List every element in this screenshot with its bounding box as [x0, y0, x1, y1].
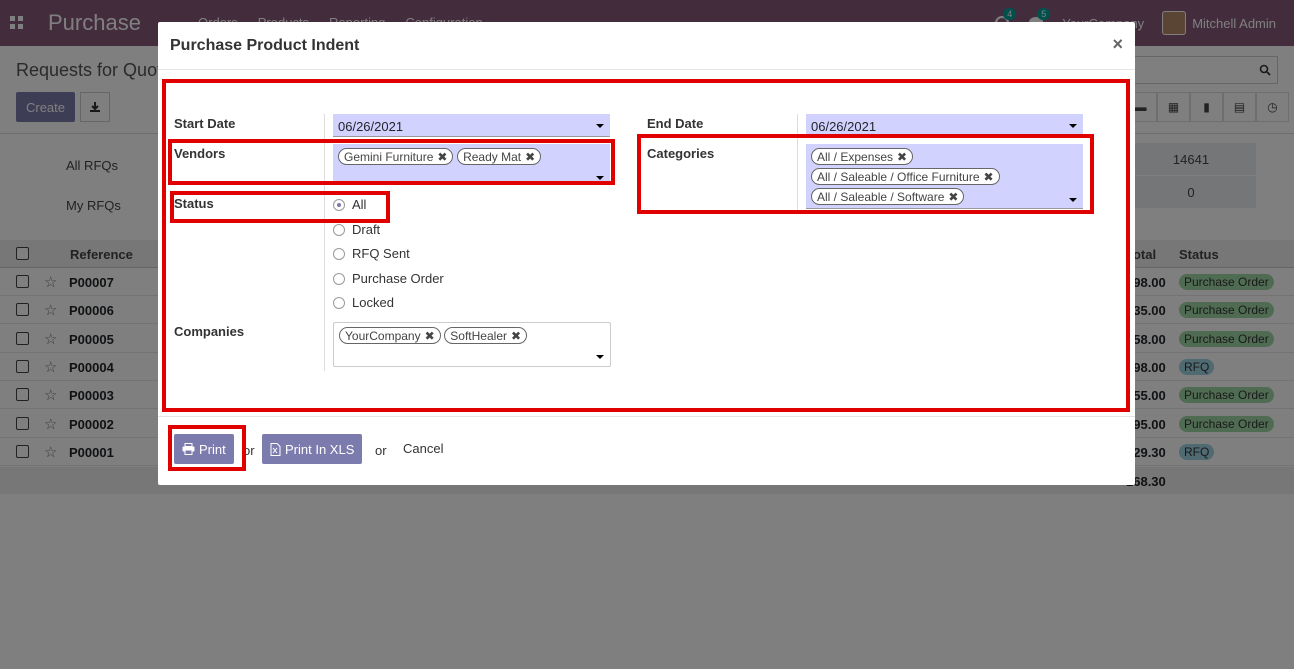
start-date-label: Start Date [174, 116, 236, 131]
purchase-indent-dialog: Purchase Product Indent × Start Date 06/… [158, 22, 1135, 485]
companies-label: Companies [174, 324, 245, 339]
remove-tag-icon[interactable]: ✖ [897, 150, 907, 164]
radio-icon [333, 247, 345, 260]
category-tag: All / Expenses ✖ [811, 148, 914, 165]
status-label: Status [174, 196, 214, 211]
end-date-field[interactable]: 06/26/2021 [806, 114, 1083, 137]
company-tag: SoftHealer ✖ [444, 327, 528, 344]
radio-icon [333, 223, 345, 236]
status-radio-all[interactable]: All [333, 197, 366, 212]
remove-tag-icon[interactable]: ✖ [511, 329, 521, 343]
print-xls-button[interactable]: Print In XLS [262, 434, 363, 464]
remove-tag-icon[interactable]: ✖ [948, 190, 958, 204]
vendor-tag: Gemini Furniture ✖ [338, 148, 454, 165]
status-radio-locked[interactable]: Locked [333, 295, 394, 310]
cancel-button[interactable]: Cancel [403, 441, 443, 456]
left-column-divider [324, 114, 325, 371]
remove-tag-icon[interactable]: ✖ [425, 329, 435, 343]
company-tag: YourCompany ✖ [339, 327, 441, 344]
end-date-label: End Date [647, 116, 704, 131]
vendor-tag: Ready Mat ✖ [457, 148, 542, 165]
companies-field[interactable]: YourCompany ✖ SoftHealer ✖ [333, 322, 611, 367]
radio-checked-icon [333, 198, 345, 211]
or-separator: or [375, 443, 387, 458]
remove-tag-icon[interactable]: ✖ [984, 170, 994, 184]
right-column-divider [797, 114, 798, 212]
dialog-footer: Print or Print In XLS or Cancel [158, 416, 1135, 485]
close-icon[interactable]: × [1112, 34, 1123, 55]
chevron-down-icon[interactable] [1069, 124, 1077, 128]
start-date-value: 06/26/2021 [338, 119, 404, 134]
chevron-down-icon[interactable] [596, 176, 604, 180]
chevron-down-icon[interactable] [596, 124, 604, 128]
status-radio-draft[interactable]: Draft [333, 222, 380, 237]
vendors-field[interactable]: Gemini Furniture ✖ Ready Mat ✖ [333, 144, 610, 184]
start-date-field[interactable]: 06/26/2021 [333, 114, 610, 137]
radio-icon [333, 296, 345, 309]
categories-field[interactable]: All / Expenses ✖ All / Saleable / Office … [806, 144, 1083, 209]
category-tag: All / Saleable / Office Furniture ✖ [811, 168, 1000, 185]
chevron-down-icon[interactable] [596, 355, 604, 359]
or-separator: or [243, 443, 255, 458]
dialog-header: Purchase Product Indent × [158, 22, 1135, 70]
end-date-value: 06/26/2021 [811, 119, 877, 134]
remove-tag-icon[interactable]: ✖ [525, 150, 535, 164]
printer-icon [182, 443, 195, 455]
radio-icon [333, 272, 345, 285]
chevron-down-icon[interactable] [1069, 198, 1077, 202]
excel-file-icon [270, 442, 281, 456]
category-tag: All / Saleable / Software ✖ [811, 188, 965, 205]
remove-tag-icon[interactable]: ✖ [437, 150, 447, 164]
categories-label: Categories [647, 146, 715, 161]
print-button[interactable]: Print [174, 434, 234, 464]
status-radio-purchase-order[interactable]: Purchase Order [333, 271, 444, 286]
vendors-label: Vendors [174, 146, 226, 161]
status-radio-rfq-sent[interactable]: RFQ Sent [333, 246, 410, 261]
dialog-title: Purchase Product Indent [170, 37, 360, 54]
